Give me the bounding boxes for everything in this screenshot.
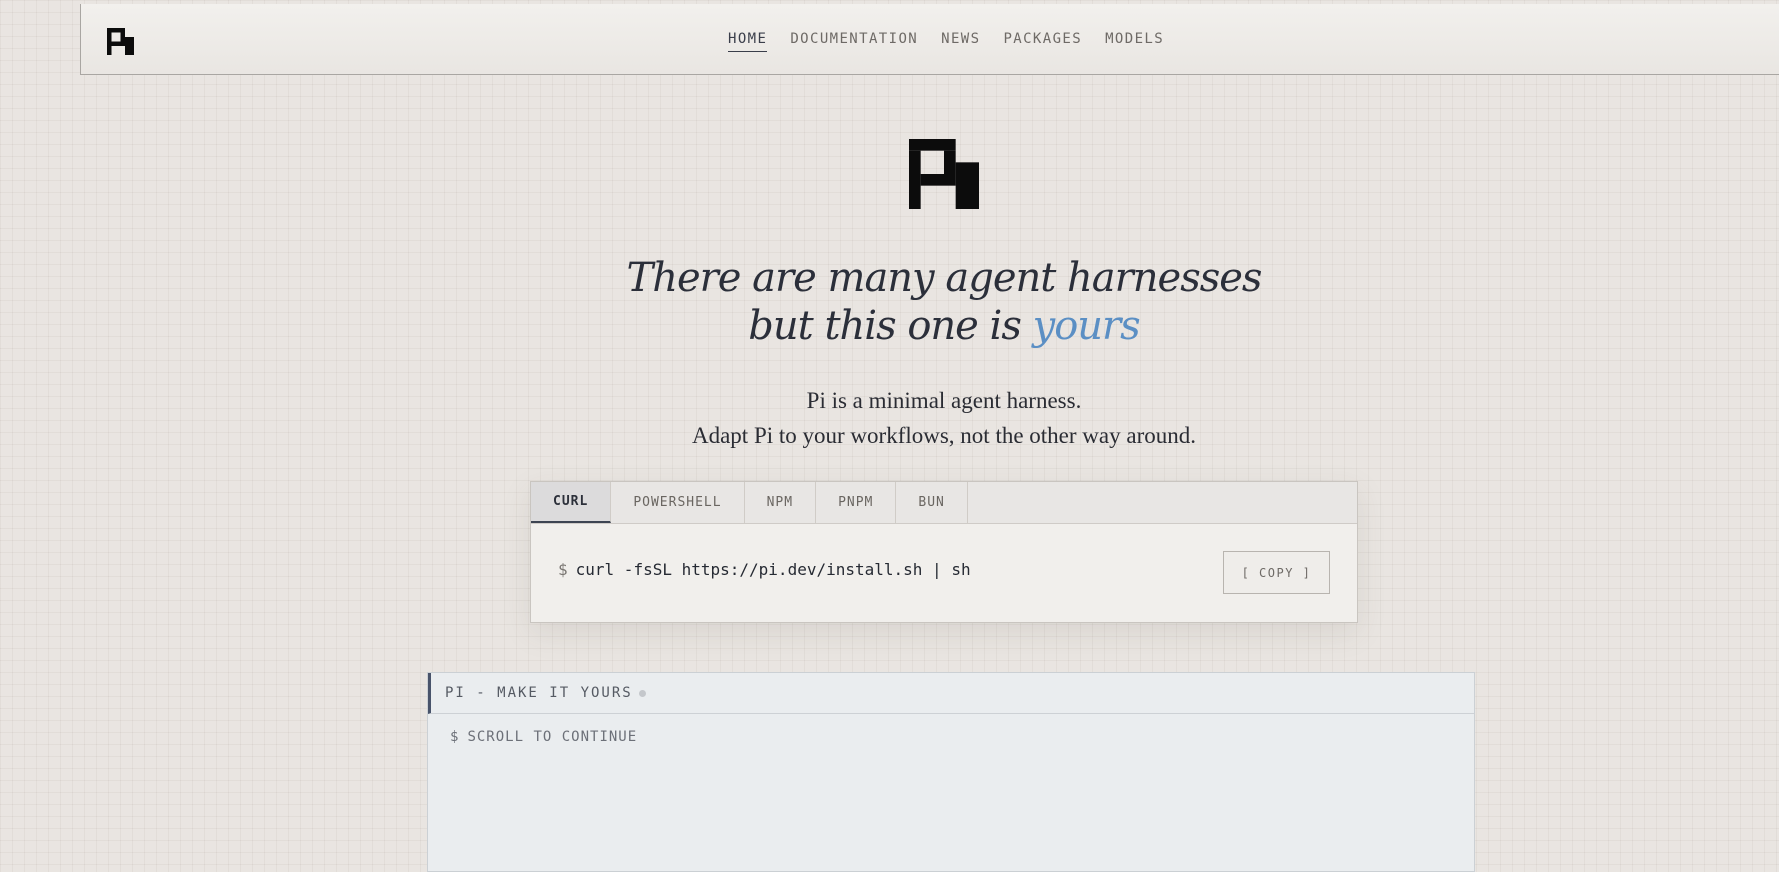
hero-headline: There are many agent harnesses but this … — [560, 254, 1328, 350]
tab-npm[interactable]: NPM — [745, 482, 817, 523]
terminal-panel: PI - MAKE IT YOURS $ SCROLL TO CONTINUE — [427, 672, 1475, 872]
tab-bun[interactable]: BUN — [896, 482, 968, 523]
tab-powershell[interactable]: POWERSHELL — [611, 482, 745, 523]
headline-line-1: There are many agent harnesses — [626, 255, 1263, 301]
tagline-line-2: Adapt Pi to your workflows, not the othe… — [691, 423, 1196, 448]
install-command[interactable]: $ curl -fsSL https://pi.dev/install.sh | … — [558, 560, 971, 579]
terminal-body-text: SCROLL TO CONTINUE — [467, 729, 638, 745]
nav-links: HOME DOCUMENTATION NEWS PACKAGES MODELS — [728, 31, 1164, 52]
hero-tagline: Pi is a minimal agent harness. Adapt Pi … — [560, 383, 1328, 453]
install-card: CURL POWERSHELL NPM PNPM BUN $ curl -fsSL… — [530, 481, 1358, 623]
nav-link-news[interactable]: NEWS — [941, 31, 980, 52]
headline-accent: yours — [1032, 303, 1141, 349]
headline-line-2: but this one is yours — [560, 302, 1328, 350]
terminal-title: PI - MAKE IT YOURS — [445, 685, 633, 701]
terminal-body[interactable]: $ SCROLL TO CONTINUE — [428, 714, 1474, 745]
tab-pnpm[interactable]: PNPM — [816, 482, 897, 523]
copy-button[interactable]: [ COPY ] — [1223, 551, 1330, 594]
terminal-prompt: $ — [450, 729, 460, 745]
nav-link-documentation[interactable]: DOCUMENTATION — [790, 31, 918, 52]
command-text: curl -fsSL https://pi.dev/install.sh | s… — [575, 560, 971, 579]
top-navbar: HOME DOCUMENTATION NEWS PACKAGES MODELS — [80, 4, 1779, 75]
nav-link-packages[interactable]: PACKAGES — [1003, 31, 1082, 52]
pi-logo-icon — [909, 139, 979, 209]
nav-link-models[interactable]: MODELS — [1105, 31, 1164, 52]
install-tabs: CURL POWERSHELL NPM PNPM BUN — [531, 482, 1357, 524]
terminal-header: PI - MAKE IT YOURS — [428, 673, 1474, 714]
pi-logo-icon[interactable] — [107, 28, 134, 55]
tab-curl[interactable]: CURL — [531, 482, 612, 523]
nav-link-home[interactable]: HOME — [728, 31, 768, 52]
command-row: $ curl -fsSL https://pi.dev/install.sh | … — [531, 524, 1357, 622]
command-prompt: $ — [558, 560, 568, 579]
headline-line-2-prefix: but this one is — [748, 303, 1033, 349]
status-dot-icon — [638, 689, 646, 697]
tagline-line-1: Pi is a minimal agent harness. — [806, 388, 1082, 413]
